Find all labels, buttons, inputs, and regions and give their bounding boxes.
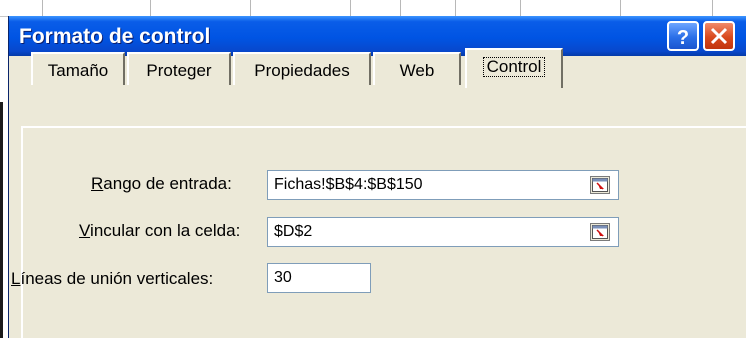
close-icon: [710, 27, 728, 45]
column-gridline: [400, 0, 401, 16]
column-gridline: [520, 0, 521, 16]
tab-proteger[interactable]: Proteger: [127, 52, 231, 85]
tab-label: Web: [399, 61, 435, 80]
tab-label: Tamaño: [47, 61, 109, 80]
input-range-label: Rango de entrada:: [91, 174, 232, 193]
tab-label: Proteger: [146, 61, 212, 80]
window-title: Formato de control: [19, 25, 211, 48]
column-gridline: [620, 0, 621, 16]
drop-down-lines-field[interactable]: [267, 263, 371, 293]
column-gridline: [250, 0, 251, 16]
column-gridline: [350, 0, 351, 16]
collapse-dialog-icon: [592, 225, 608, 239]
help-icon: ?: [677, 27, 689, 49]
svg-text:?: ?: [677, 27, 689, 49]
drop-down-lines-label: Líneas de unión verticales:: [11, 269, 214, 288]
cell-link-field[interactable]: [267, 217, 619, 247]
tab-propiedades[interactable]: Propiedades: [233, 52, 371, 85]
tab-control[interactable]: Control: [465, 48, 563, 88]
input-range-input[interactable]: [268, 171, 618, 199]
spreadsheet-background-strip: [0, 0, 746, 17]
input-range-field[interactable]: [267, 170, 619, 200]
title-bar[interactable]: Formato de control ?: [9, 16, 746, 56]
tab-label: Propiedades: [254, 61, 350, 80]
tab-label: Control: [482, 57, 546, 77]
window-edge: [0, 102, 3, 338]
column-gridline: [455, 0, 456, 16]
help-button[interactable]: ?: [667, 21, 699, 51]
cell-link-input[interactable]: [268, 218, 618, 246]
tab-tamano[interactable]: Tamaño: [31, 52, 125, 85]
cell-link-collapse-button[interactable]: [590, 223, 610, 241]
close-button[interactable]: [703, 21, 735, 51]
tab-web[interactable]: Web: [373, 52, 461, 85]
column-gridline: [150, 0, 151, 16]
column-gridline: [42, 0, 43, 16]
input-range-collapse-button[interactable]: [590, 176, 610, 194]
format-control-dialog: Formato de control ? Tamaño Proteger Pro…: [8, 16, 746, 338]
cell-link-label: Vincular con la celda:: [79, 221, 241, 240]
drop-down-lines-input[interactable]: [268, 264, 370, 292]
column-gridline: [712, 0, 713, 16]
collapse-dialog-icon: [592, 178, 608, 192]
